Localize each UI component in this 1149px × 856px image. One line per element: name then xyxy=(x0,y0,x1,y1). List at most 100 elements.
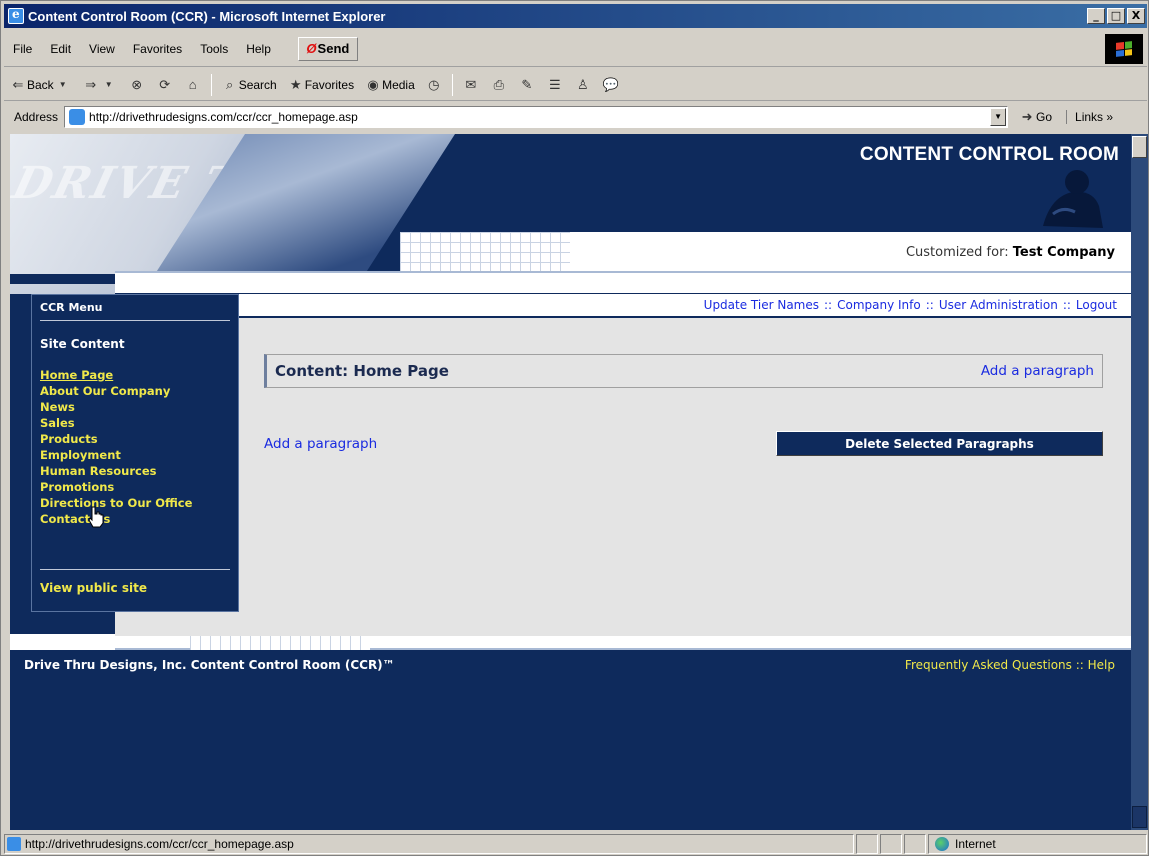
add-paragraph-link[interactable]: Add a paragraph xyxy=(264,436,377,452)
content-title: Content: Home Page xyxy=(275,362,449,380)
mail-button[interactable]: ✉ xyxy=(457,76,485,94)
nav-separator: :: xyxy=(925,298,934,312)
address-dropdown-button[interactable]: ▼ xyxy=(990,108,1007,126)
menu-link-human-resources[interactable]: Human Resources xyxy=(40,463,230,479)
menu-link-employment[interactable]: Employment xyxy=(40,447,230,463)
edit-button[interactable]: ✎ xyxy=(513,76,541,94)
favorites-icon: ★ xyxy=(289,76,302,92)
site-content-heading: Site Content xyxy=(40,337,125,351)
menu-help[interactable]: Help xyxy=(237,42,280,56)
address-label: Address xyxy=(14,110,59,124)
go-button[interactable]: ➜ Go xyxy=(1008,108,1062,126)
close-button[interactable]: X xyxy=(1127,8,1145,24)
print-icon: ⎙ xyxy=(493,76,504,92)
messenger-button[interactable]: ♙ xyxy=(569,76,597,94)
nav-separator: :: xyxy=(824,298,833,312)
messenger-icon: ♙ xyxy=(576,76,589,92)
menu-link-home-page[interactable]: Home Page xyxy=(40,367,230,383)
menu-link-news[interactable]: News xyxy=(40,399,230,415)
nav-logout[interactable]: Logout xyxy=(1076,298,1117,312)
nav-company-info[interactable]: Company Info xyxy=(837,298,921,312)
send-icon: Ø xyxy=(306,41,317,56)
send-label: Send xyxy=(317,41,350,56)
address-input[interactable]: http://drivethrudesigns.com/ccr/ccr_home… xyxy=(64,106,1009,128)
top-nav: Update Tier Names :: Company Info :: Use… xyxy=(238,294,1131,318)
edit-icon: ✎ xyxy=(521,76,533,92)
footer-separator: :: xyxy=(1075,658,1084,672)
menu-bar: File Edit View Favorites Tools Help Ø Se… xyxy=(4,31,1147,67)
status-cell xyxy=(856,834,878,854)
send-button[interactable]: Ø Send xyxy=(297,36,358,61)
menu-link-contact-us[interactable]: Contact Us xyxy=(40,511,230,527)
scroll-up-button[interactable] xyxy=(1132,136,1147,158)
favorites-button[interactable]: ★ Favorites xyxy=(282,76,359,94)
stop-icon: ⊗ xyxy=(131,76,143,92)
browser-window: Content Control Room (CCR) - Microsoft I… xyxy=(0,0,1149,856)
help-link[interactable]: Help xyxy=(1088,658,1115,672)
nav-user-administration[interactable]: User Administration xyxy=(939,298,1058,312)
nav-update-tier-names[interactable]: Update Tier Names xyxy=(704,298,819,312)
delete-selected-paragraphs-button[interactable]: Delete Selected Paragraphs xyxy=(776,431,1103,456)
menu-link-products[interactable]: Products xyxy=(40,431,230,447)
back-button[interactable]: ⇐ Back ▼ xyxy=(4,76,77,94)
banner-grid xyxy=(400,232,580,274)
menu-view[interactable]: View xyxy=(80,42,124,56)
content-header: Content: Home Page Add a paragraph xyxy=(264,354,1103,388)
menu-link-directions[interactable]: Directions to Our Office xyxy=(40,495,230,511)
home-button[interactable]: ⌂ xyxy=(179,76,207,94)
ccr-menu: CCR Menu Site Content Home Page About Ou… xyxy=(31,294,239,612)
status-url: http://drivethrudesigns.com/ccr/ccr_home… xyxy=(25,837,294,851)
toolbar-separator xyxy=(210,73,212,96)
status-bar: http://drivethrudesigns.com/ccr/ccr_home… xyxy=(4,833,1147,855)
favorites-label: Favorites xyxy=(304,77,355,92)
history-icon: ◷ xyxy=(428,76,440,92)
menu-link-sales[interactable]: Sales xyxy=(40,415,230,431)
minimize-button[interactable]: _ xyxy=(1087,8,1105,24)
menu-tools[interactable]: Tools xyxy=(191,42,237,56)
refresh-icon: ⟳ xyxy=(159,76,171,92)
discuss-button[interactable]: ☰ xyxy=(541,76,569,94)
print-button[interactable]: ⎙ xyxy=(485,76,513,94)
banner-figure-icon xyxy=(1043,170,1103,228)
back-arrow-icon: ⇐ xyxy=(12,76,24,92)
hand-cursor-icon xyxy=(88,506,104,528)
back-label: Back xyxy=(27,77,54,92)
page-icon xyxy=(69,109,86,125)
nav-separator: :: xyxy=(1062,298,1071,312)
history-button[interactable]: ◷ xyxy=(420,76,448,94)
search-button[interactable]: ⌕ Search xyxy=(216,76,282,94)
menu-file[interactable]: File xyxy=(4,42,41,56)
menu-edit[interactable]: Edit xyxy=(41,42,80,56)
app-title: CONTENT CONTROL ROOM xyxy=(859,144,1119,165)
menu-favorites[interactable]: Favorites xyxy=(124,42,191,56)
maximize-button[interactable]: □ xyxy=(1107,8,1125,24)
stop-button[interactable]: ⊗ xyxy=(123,76,151,94)
view-public-site-link[interactable]: View public site xyxy=(40,581,147,595)
vertical-scrollbar[interactable] xyxy=(1131,134,1148,830)
header-add-paragraph-link[interactable]: Add a paragraph xyxy=(981,363,1094,379)
forward-button[interactable]: ⇒ ▼ xyxy=(77,76,123,94)
zone-label: Internet xyxy=(955,837,996,851)
ccr-menu-list: Home Page About Our Company News Sales P… xyxy=(40,367,230,527)
internet-globe-icon xyxy=(935,837,949,851)
menu-link-promotions[interactable]: Promotions xyxy=(40,479,230,495)
status-main: http://drivethrudesigns.com/ccr/ccr_home… xyxy=(4,834,854,854)
media-icon: ◉ xyxy=(367,76,379,92)
links-label: Links xyxy=(1075,110,1104,124)
banner-light-strip xyxy=(115,271,1131,293)
links-button[interactable]: Links » xyxy=(1066,110,1113,124)
header-banner: DRIVE THRU CONTENT CONTROL ROOM Customiz… xyxy=(10,134,1131,274)
discuss-icon: ☰ xyxy=(548,76,561,92)
chat-button[interactable]: 💬 xyxy=(597,76,625,94)
toolbar-separator xyxy=(451,73,453,96)
menu-link-about-our-company[interactable]: About Our Company xyxy=(40,383,230,399)
media-button[interactable]: ◉ Media xyxy=(359,76,420,94)
faq-link[interactable]: Frequently Asked Questions xyxy=(905,658,1072,672)
refresh-button[interactable]: ⟳ xyxy=(151,76,179,94)
status-cell xyxy=(880,834,902,854)
scroll-down-button[interactable] xyxy=(1132,806,1147,828)
page-viewport: DRIVE THRU CONTENT CONTROL ROOM Customiz… xyxy=(10,134,1131,830)
page-icon xyxy=(7,837,21,851)
content-bottom-grid xyxy=(190,636,370,650)
windows-logo-icon xyxy=(1105,33,1143,64)
